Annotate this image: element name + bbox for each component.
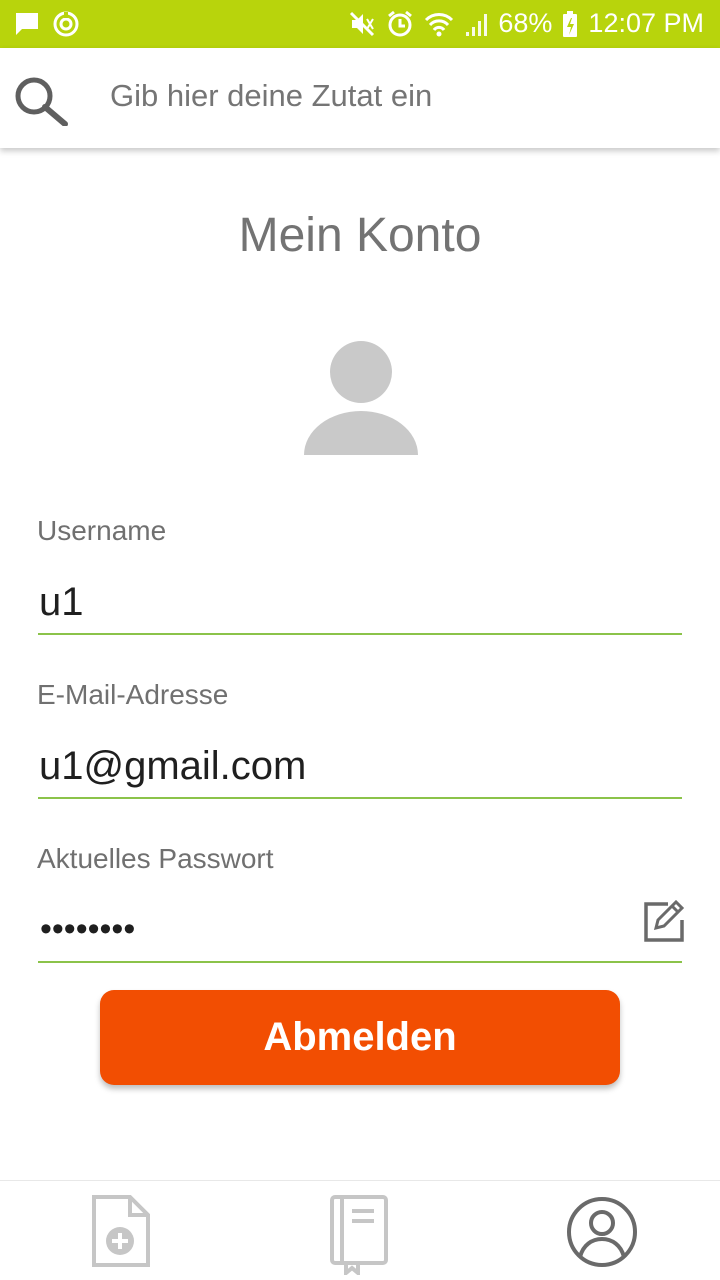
email-underline [38, 797, 682, 799]
clock: 12:07 PM [588, 8, 704, 38]
signal-icon [464, 10, 488, 38]
username-label: Username [37, 515, 167, 546]
account-icon[interactable] [565, 1195, 639, 1274]
alarm-icon [386, 10, 414, 38]
avatar-icon [304, 341, 418, 455]
battery-icon [562, 10, 578, 38]
bottom-nav [0, 1180, 720, 1280]
recipe-book-icon[interactable] [328, 1193, 392, 1280]
status-bar: 68% 12:07 PM [0, 0, 720, 48]
status-bar-right: 68% 12:07 PM [348, 8, 704, 39]
password-underline [38, 961, 682, 963]
password-label: Aktuelles Passwort [37, 843, 274, 874]
message-icon [14, 11, 40, 37]
wifi-icon [424, 10, 454, 38]
avatar [302, 340, 420, 461]
search-input[interactable]: Gib hier deine Zutat ein [110, 78, 432, 114]
search-bar: Gib hier deine Zutat ein [0, 48, 720, 148]
logout-button[interactable]: Abmelden [100, 990, 620, 1085]
mute-icon [348, 10, 376, 38]
status-bar-left [14, 10, 80, 38]
edit-password-icon[interactable] [642, 899, 688, 947]
username-field[interactable]: u1 [39, 580, 84, 625]
page-title: Mein Konto [238, 209, 482, 262]
sync-icon [52, 10, 80, 38]
search-icon[interactable] [12, 74, 72, 131]
password-field[interactable]: •••••••• [40, 910, 135, 949]
username-underline [38, 633, 682, 635]
email-label: E-Mail-Adresse [37, 679, 229, 710]
battery-percentage: 68% [498, 8, 553, 38]
add-document-icon[interactable] [90, 1193, 152, 1274]
email-field[interactable]: u1@gmail.com [39, 744, 306, 789]
